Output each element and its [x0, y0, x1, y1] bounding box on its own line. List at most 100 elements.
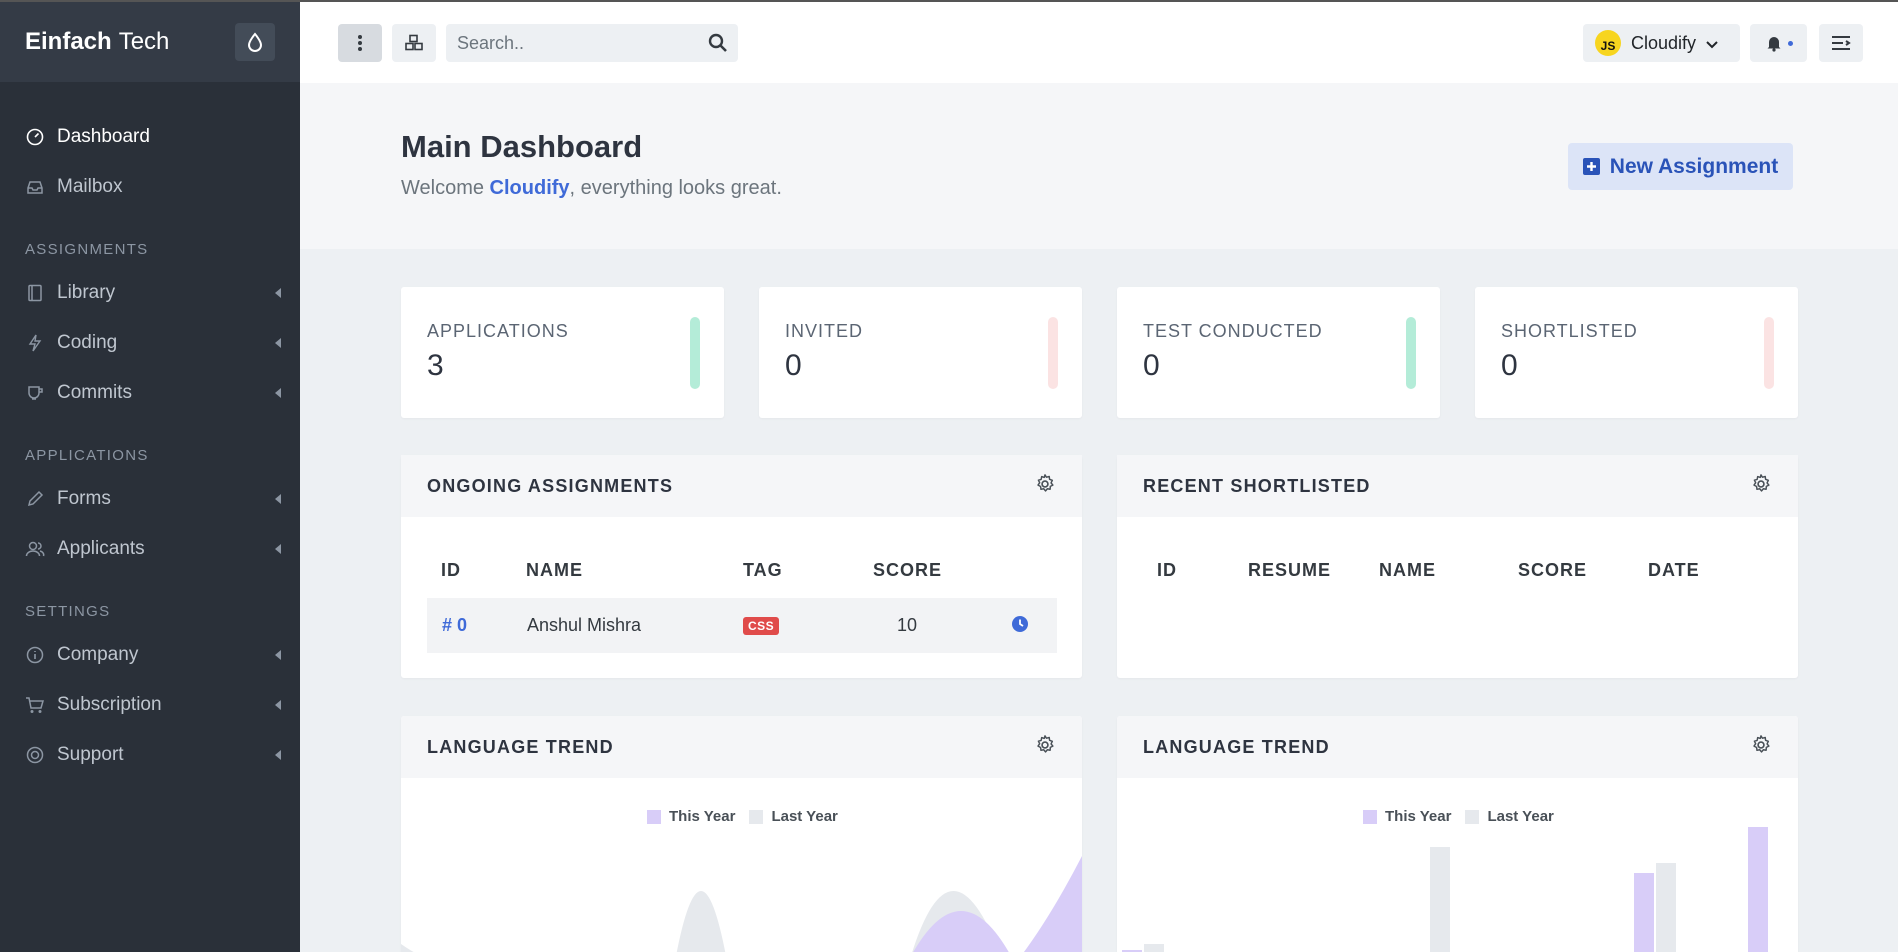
card-header: RECENT SHORTLISTED [1117, 455, 1798, 517]
area-chart [401, 856, 1082, 952]
page-title: Main Dashboard [401, 129, 643, 164]
gear-icon[interactable] [1034, 734, 1056, 761]
sidebar-item-applicants[interactable]: Applicants [0, 524, 300, 574]
stat-label: APPLICATIONS [427, 321, 569, 341]
card-title: ONGOING ASSIGNMENTS [427, 475, 674, 496]
bar [1430, 847, 1450, 952]
sidebar-item-label: Forms [57, 488, 111, 509]
gear-icon[interactable] [1034, 473, 1056, 500]
row-tag-badge: CSS [743, 617, 780, 635]
card-header: ONGOING ASSIGNMENTS [401, 455, 1082, 517]
gear-icon[interactable] [1750, 473, 1772, 500]
stat-indicator [1048, 317, 1058, 389]
stat-value: 0 [785, 349, 802, 382]
row-score: 10 [897, 615, 918, 635]
user-name: Cloudify [1631, 32, 1697, 53]
sidebar-item-label: Commits [57, 382, 132, 403]
legend-swatch [749, 809, 764, 824]
chevron-left-icon [274, 488, 282, 510]
brand-bar: Einfach Tech [0, 2, 300, 82]
sidebar-nav: Dashboard Mailbox ASSIGNMENTS Library Co… [0, 82, 300, 780]
card-header: LANGUAGE TREND [401, 716, 1082, 778]
stat-indicator [690, 317, 700, 389]
sidebar-item-label: Subscription [57, 694, 162, 715]
stat-value: 3 [427, 349, 444, 382]
legend-item-last-year[interactable]: Last Year [1465, 808, 1554, 825]
chart-legend: This Year Last Year [1363, 808, 1568, 825]
stat-card-invited: INVITED 0 [759, 287, 1082, 418]
bar-chart [1122, 827, 1768, 952]
sidebar-item-label: Support [57, 744, 124, 765]
column-header-id: ID [1157, 560, 1177, 580]
sidebar-heading-applications: APPLICATIONS [25, 447, 149, 464]
sidebar-item-label: Company [57, 644, 139, 665]
pencil-icon [25, 489, 45, 509]
sidebar-item-dashboard[interactable]: Dashboard [0, 112, 300, 162]
column-header-id: ID [441, 560, 461, 580]
notifications-button[interactable] [1750, 24, 1807, 62]
sidebar-item-label: Library [57, 282, 116, 303]
users-icon [25, 539, 45, 559]
sidebar-toggle-button[interactable] [338, 24, 382, 62]
welcome-user-link[interactable]: Cloudify [490, 177, 570, 199]
legend-item-this-year[interactable]: This Year [647, 808, 735, 825]
stat-card-test-conducted: TEST CONDUCTED 0 [1117, 287, 1440, 418]
cart-icon [25, 695, 45, 715]
row-id-link[interactable]: # 0 [442, 615, 467, 636]
stat-value: 0 [1501, 349, 1518, 382]
sidebar-heading-assignments: ASSIGNMENTS [25, 241, 149, 258]
sidebar-item-label: Mailbox [57, 176, 123, 197]
stat-card-applications: APPLICATIONS 3 [401, 287, 724, 418]
stat-label: SHORTLISTED [1501, 321, 1638, 341]
card-title: LANGUAGE TREND [427, 736, 614, 757]
theme-toggle-button[interactable] [235, 23, 275, 61]
sidebar-item-mailbox[interactable]: Mailbox [0, 162, 300, 212]
legend-item-last-year[interactable]: Last Year [749, 808, 838, 825]
notification-dot [1787, 40, 1793, 46]
table-row[interactable]: # 0 Anshul Mishra CSS 10 [427, 598, 1057, 653]
droplet-icon [247, 32, 263, 52]
column-header-name: NAME [1379, 560, 1436, 580]
brand-logo[interactable]: Einfach Tech [25, 28, 169, 56]
stat-label: INVITED [785, 321, 864, 341]
lifebuoy-icon [25, 745, 45, 765]
apps-button[interactable] [392, 24, 436, 62]
side-panel-button[interactable] [1819, 24, 1863, 62]
bolt-icon [25, 333, 45, 353]
sidebar-item-forms[interactable]: Forms [0, 474, 300, 524]
bar [1748, 827, 1768, 952]
sidebar-item-company[interactable]: Company [0, 630, 300, 680]
cubes-icon [405, 34, 423, 51]
search-icon[interactable] [708, 33, 728, 58]
user-menu-button[interactable]: JS Cloudify [1583, 24, 1740, 62]
inbox-icon [25, 177, 45, 197]
legend-swatch [1363, 809, 1377, 824]
chart-legend: This Year Last Year [647, 808, 852, 825]
sidebar-item-coding[interactable]: Coding [0, 318, 300, 368]
language-trend-card-left: LANGUAGE TREND This Year Last Year [401, 716, 1082, 952]
column-header-score: SCORE [1518, 560, 1588, 580]
chevron-left-icon [274, 744, 282, 766]
language-trend-card-right: LANGUAGE TREND This Year Last Year [1117, 716, 1798, 952]
top-header: JS Cloudify [300, 0, 1898, 83]
column-header-tag: TAG [743, 560, 783, 580]
gear-icon[interactable] [1750, 734, 1772, 761]
stat-indicator [1406, 317, 1416, 389]
sidebar-item-library[interactable]: Library [0, 268, 300, 318]
new-assignment-button[interactable]: New Assignment [1568, 143, 1793, 190]
gauge-icon [25, 127, 45, 147]
stat-indicator [1764, 317, 1774, 389]
chevron-left-icon [274, 694, 282, 716]
stat-card-shortlisted: SHORTLISTED 0 [1475, 287, 1798, 418]
legend-item-this-year[interactable]: This Year [1363, 808, 1451, 825]
clock-icon[interactable] [1011, 615, 1029, 638]
sidebar-item-subscription[interactable]: Subscription [0, 680, 300, 730]
sidebar-item-support[interactable]: Support [0, 730, 300, 780]
sidebar-item-commits[interactable]: Commits [0, 368, 300, 418]
column-header-date: DATE [1648, 560, 1700, 580]
bell-icon [1767, 37, 1780, 52]
sidebar-item-label: Coding [57, 332, 118, 353]
welcome-text: Welcome Cloudify, everything looks great… [401, 177, 782, 199]
search-input[interactable] [446, 32, 686, 54]
menu-lines-icon [1832, 36, 1851, 50]
